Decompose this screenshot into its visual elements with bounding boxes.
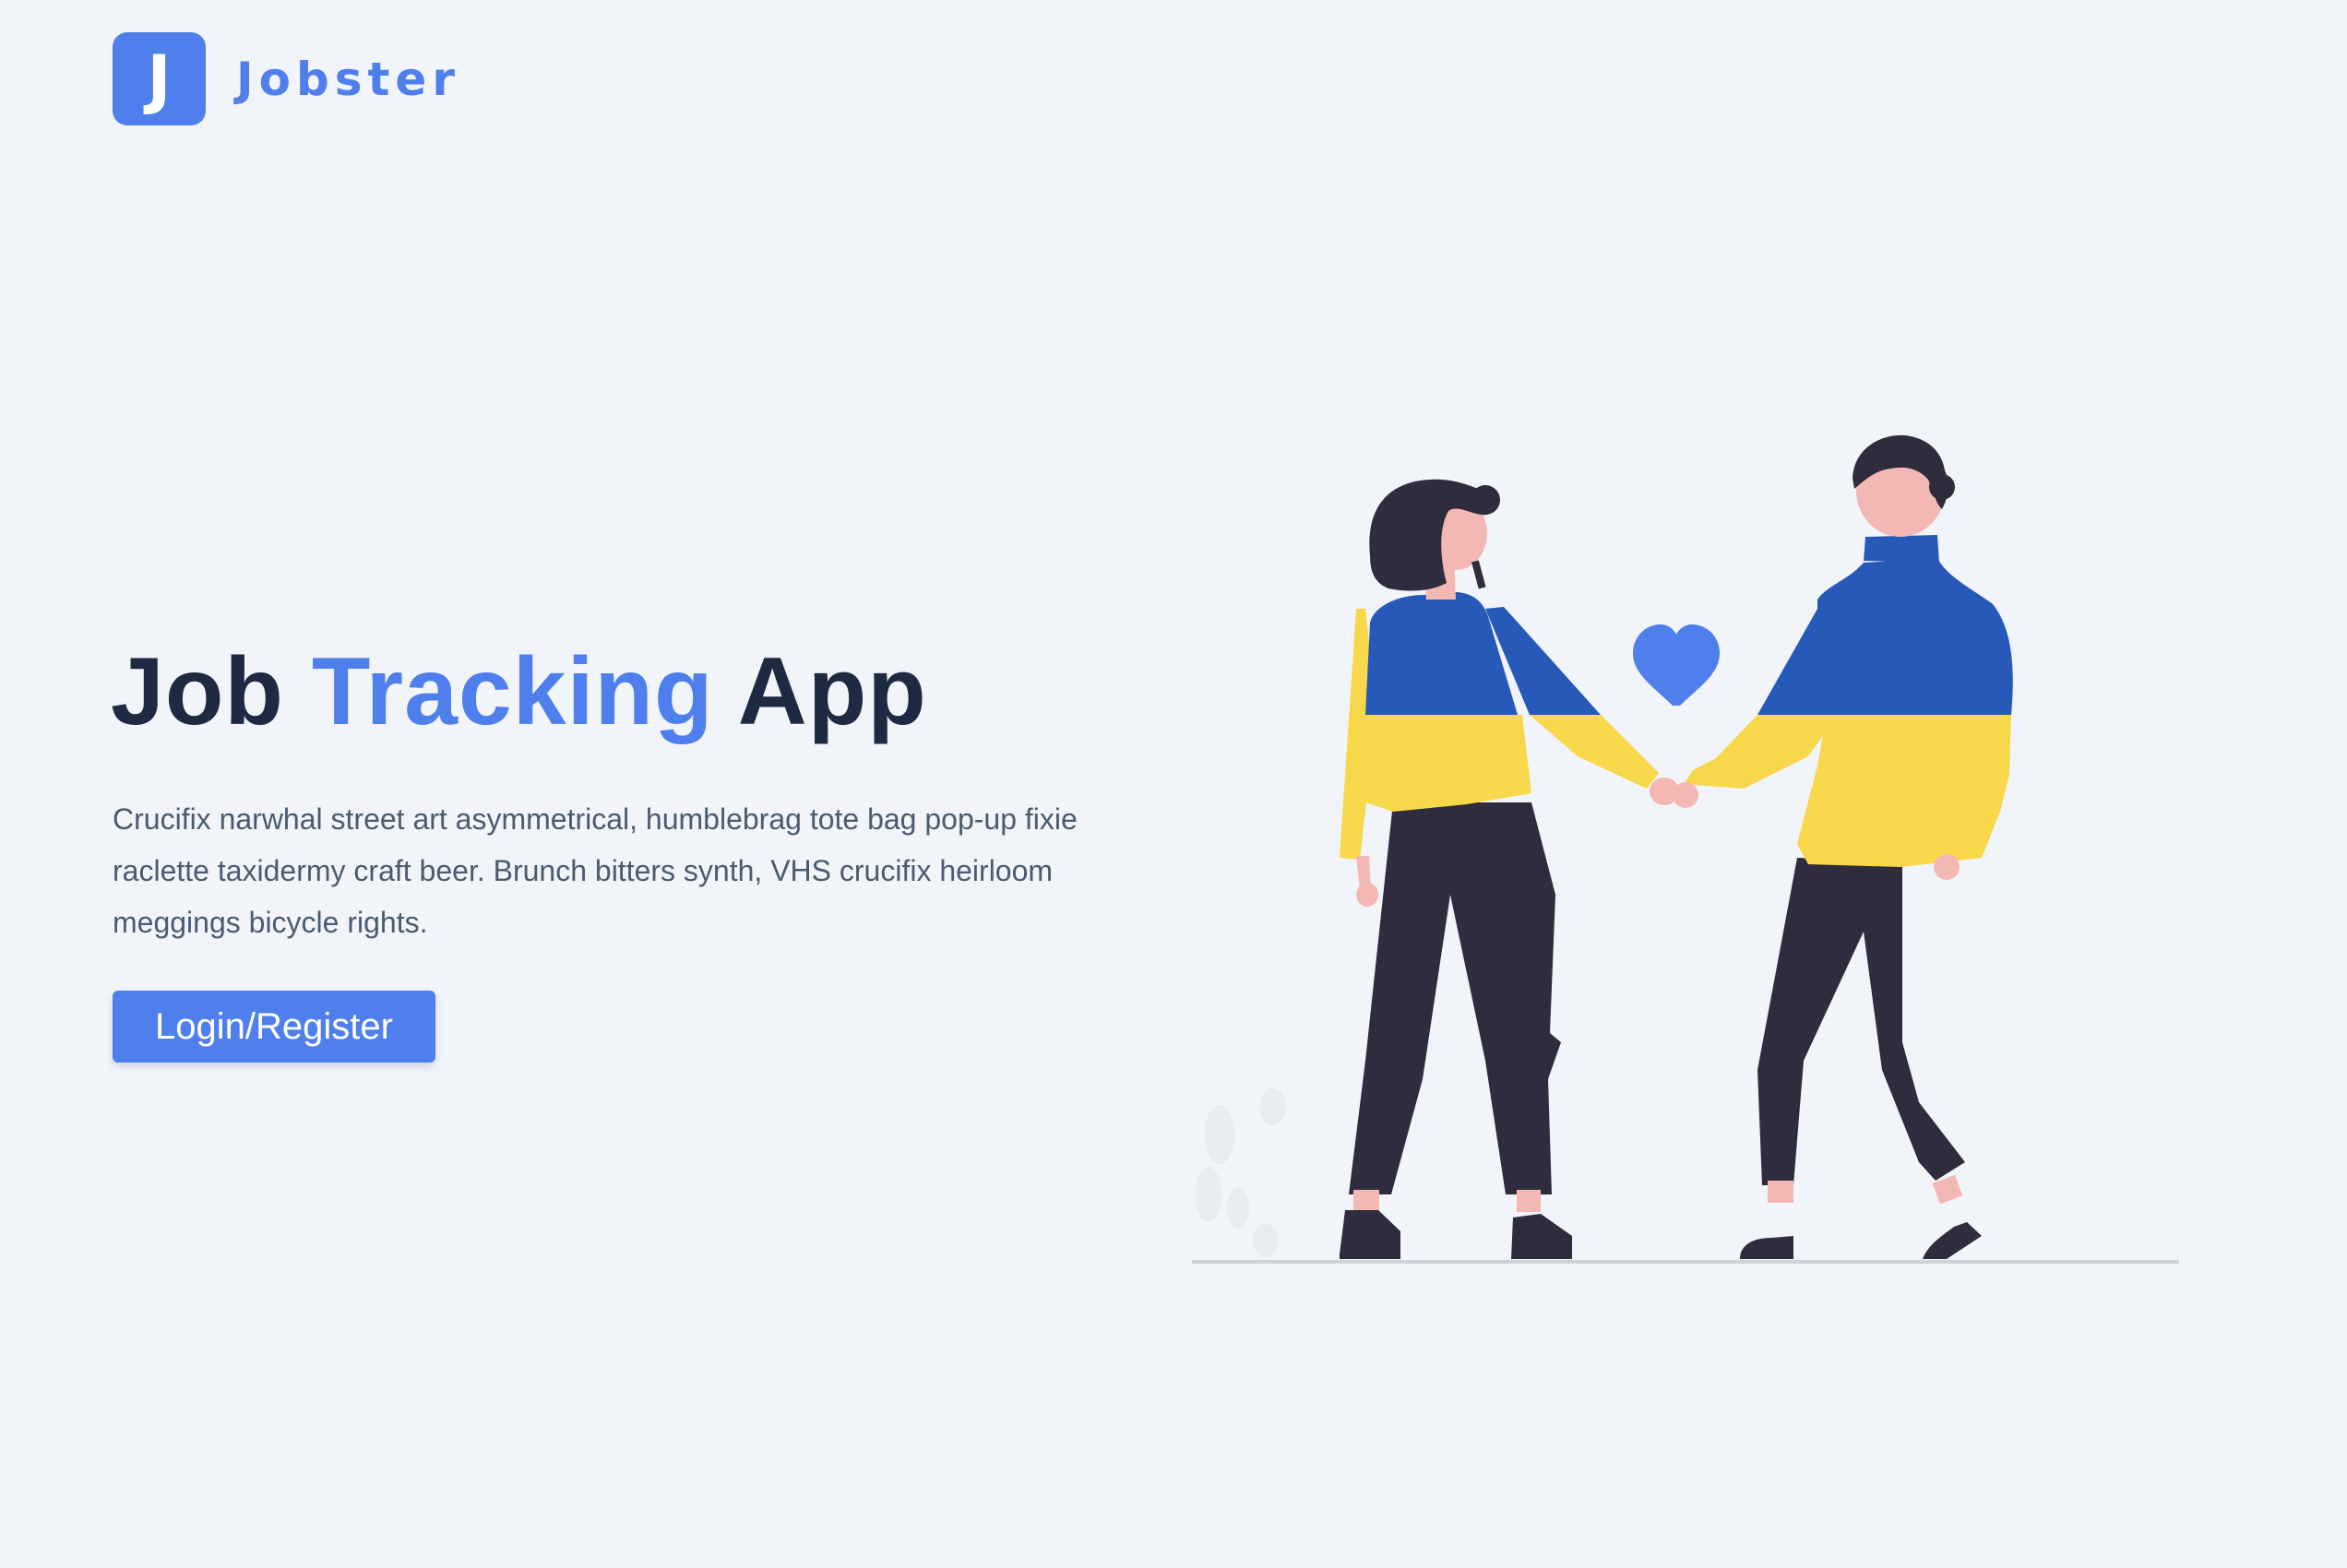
page-title: Job Tracking App <box>111 636 927 747</box>
logo-icon[interactable]: J <box>113 32 206 125</box>
logo-letter: J <box>147 41 172 117</box>
title-tracking: Tracking <box>311 638 714 745</box>
brand-name: Jobster <box>236 52 460 106</box>
navbar: J Jobster <box>113 32 460 125</box>
couple-holding-hands-illustration <box>1192 434 2179 1264</box>
title-app: App <box>737 638 927 745</box>
hero-description: Crucifix narwhal street art asymmetrical… <box>113 802 1078 939</box>
title-job: Job <box>111 638 284 745</box>
woman-figure <box>1340 479 1679 1259</box>
heart-icon <box>1633 624 1720 706</box>
landing-page: J Jobster Job Tracking App Crucifix narw… <box>0 0 2347 1568</box>
plant-icon <box>1196 1088 1286 1257</box>
login-register-button[interactable]: Login/Register <box>113 991 435 1063</box>
man-figure <box>1673 434 2013 1259</box>
